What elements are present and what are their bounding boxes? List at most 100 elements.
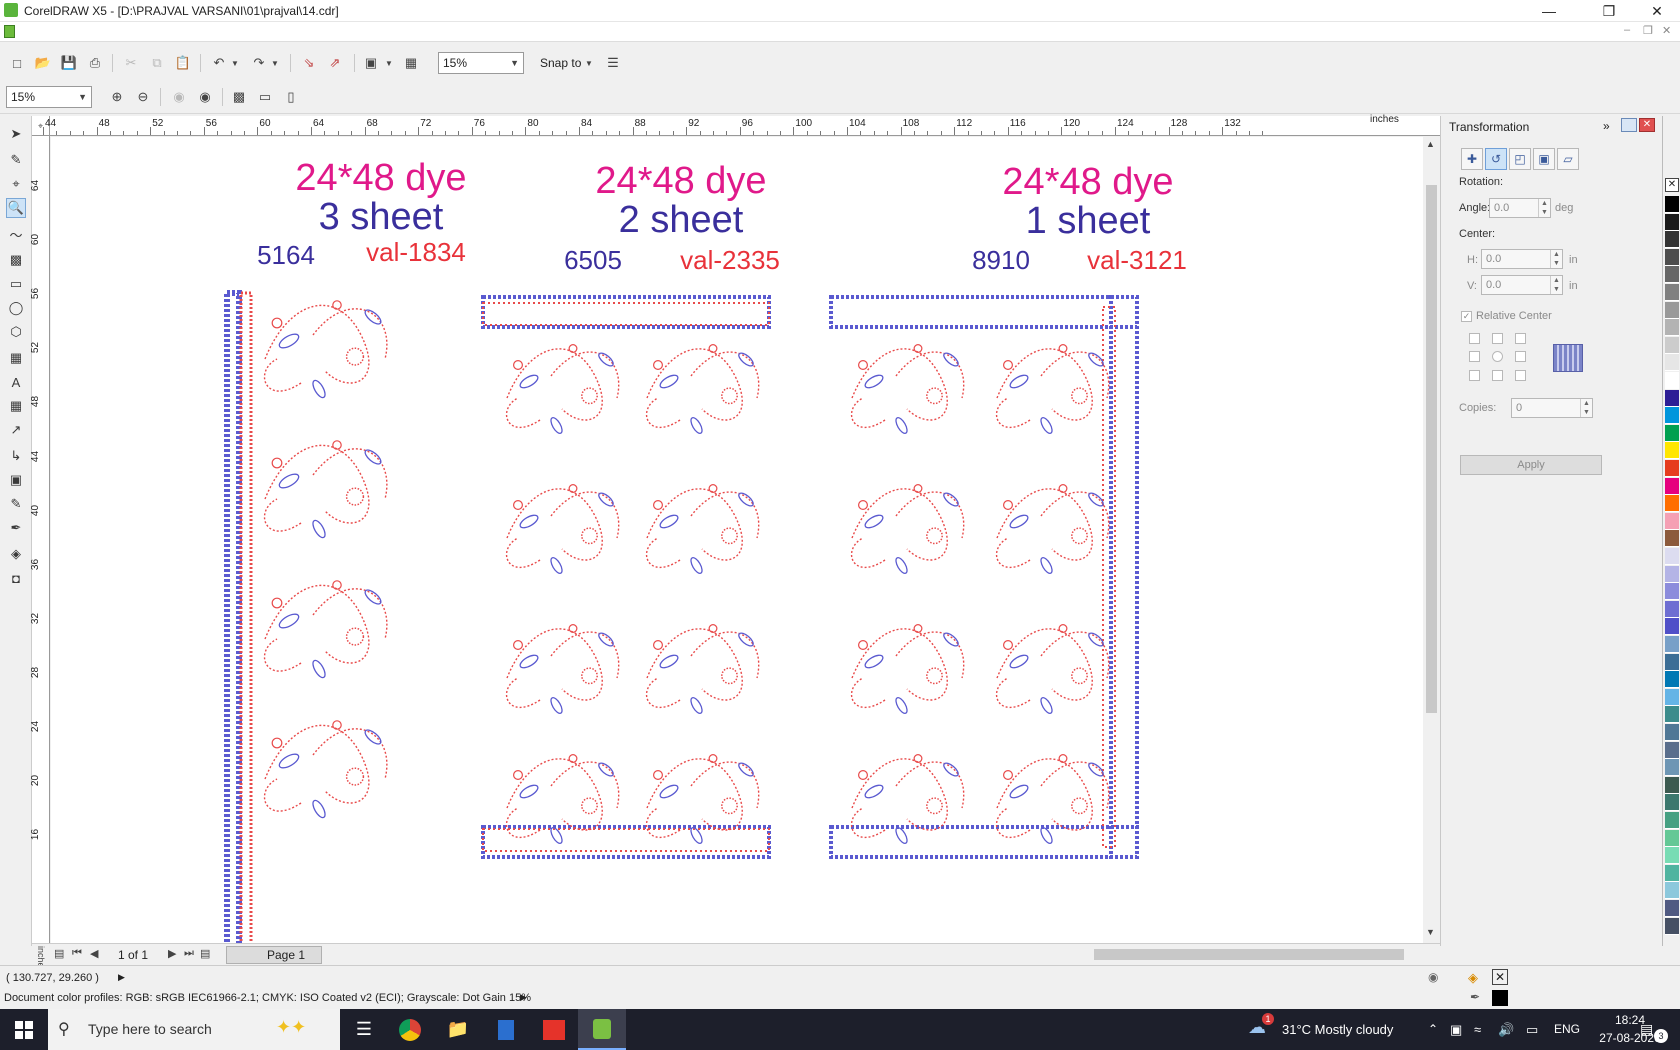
file-explorer-icon[interactable]: 📁 (434, 1009, 482, 1050)
zoom-to-all-objects-icon[interactable]: ◉ (196, 88, 214, 106)
anydesk-icon[interactable] (530, 1009, 578, 1050)
ellipse-tool-icon[interactable]: ◯ (6, 298, 26, 318)
color-swatch[interactable] (1665, 442, 1679, 460)
cut-icon[interactable]: ✂ (122, 54, 140, 72)
undo-icon[interactable]: ↶ (210, 54, 228, 72)
save-icon[interactable]: 💾 (60, 54, 78, 72)
zoom-to-selected-icon[interactable]: ◉ (170, 88, 188, 106)
spin-arrows-icon[interactable]: ▲ ▼ (1580, 399, 1592, 417)
next-page-icon[interactable]: ▶ (168, 947, 176, 960)
color-swatch[interactable] (1665, 336, 1679, 354)
no-color-swatch[interactable]: ✕ (1665, 178, 1679, 192)
table-tool-icon[interactable]: ▦ (6, 396, 26, 416)
zoom-level-combo[interactable]: 15% ▼ (438, 52, 524, 74)
outline-indicator-icon[interactable]: ✒ (1470, 990, 1480, 1004)
color-swatch[interactable] (1665, 724, 1679, 741)
scale-mirror-tab-icon[interactable]: ◰ (1509, 148, 1531, 170)
status-settings-icon[interactable]: ◉ (1428, 970, 1438, 984)
anchor-bottom-center[interactable] (1492, 370, 1503, 381)
color-swatch[interactable] (1665, 477, 1679, 495)
freehand-tool-icon[interactable]: 〜 (6, 224, 26, 244)
show-hidden-icons[interactable]: ⌃ (1428, 1009, 1438, 1050)
start-button[interactable] (0, 1009, 48, 1050)
no-fill-swatch[interactable]: ✕ (1492, 969, 1508, 985)
color-swatch[interactable] (1665, 424, 1679, 442)
page-1-tab[interactable]: Page 1 (226, 946, 322, 964)
anchor-bottom-left[interactable] (1469, 370, 1480, 381)
outline-color-swatch[interactable] (1492, 990, 1508, 1006)
color-swatch[interactable] (1665, 759, 1679, 777)
notifications-icon[interactable]: ▤ (1640, 1021, 1653, 1038)
docker-minimize-icon[interactable] (1621, 118, 1637, 132)
docker-close-icon[interactable]: ✕ (1639, 118, 1655, 132)
zoom-to-page-icon[interactable]: ▩ (230, 88, 248, 106)
color-swatch[interactable] (1665, 495, 1679, 513)
color-swatch[interactable] (1665, 900, 1679, 917)
last-page-icon[interactable]: ⏭ (184, 947, 194, 960)
horizontal-ruler[interactable]: 44 48 52 56 60 64 68 72 76 80 84 88 92 96 100 104 108 112… (43, 114, 1440, 136)
redo-dropdown-icon[interactable]: ▼ (270, 54, 280, 72)
add-page-after-icon[interactable]: ▤ (200, 947, 210, 960)
text-tool-icon[interactable]: A (6, 372, 26, 392)
blend-tool-icon[interactable]: ▣ (6, 470, 26, 490)
color-swatch[interactable] (1665, 812, 1679, 829)
chrome-icon[interactable] (386, 1009, 434, 1050)
status-expand-icon[interactable]: ▶ (118, 972, 125, 983)
relative-center-checkbox[interactable]: ✓ (1461, 311, 1472, 322)
undo-dropdown-icon[interactable]: ▼ (230, 54, 240, 72)
color-swatch[interactable] (1665, 794, 1679, 812)
task-view-icon[interactable]: ☰ (340, 1009, 388, 1050)
new-document-icon[interactable]: □ (8, 54, 26, 72)
color-swatch[interactable] (1665, 530, 1679, 548)
color-swatch[interactable] (1665, 460, 1679, 477)
launcher-dropdown-icon[interactable]: ▼ (384, 54, 394, 72)
connector-tool-icon[interactable]: ↳ (6, 446, 26, 466)
print-icon[interactable]: ⎙ (86, 54, 104, 72)
previous-page-icon[interactable]: ◀ (90, 947, 98, 960)
color-swatch[interactable] (1665, 882, 1679, 900)
close-button[interactable]: ✕ (1634, 0, 1680, 22)
paste-icon[interactable]: 📋 (174, 54, 192, 72)
apply-button[interactable]: Apply (1460, 455, 1602, 475)
color-swatch[interactable] (1665, 231, 1679, 249)
anchor-middle-left[interactable] (1469, 351, 1480, 362)
color-swatch[interactable] (1665, 284, 1679, 301)
spin-arrows-icon[interactable]: ▲ ▼ (1550, 250, 1562, 268)
import-icon[interactable]: ⇘ (300, 54, 318, 72)
language-indicator[interactable]: ENG (1554, 1009, 1580, 1050)
color-profiles-text[interactable]: Document color profiles: RGB: sRGB IEC61… (4, 992, 531, 1004)
basic-shapes-tool-icon[interactable]: ▦ (6, 348, 26, 368)
color-swatch[interactable] (1665, 512, 1679, 530)
anchor-center[interactable] (1492, 351, 1503, 362)
volume-icon[interactable]: 🔊 (1498, 1009, 1514, 1050)
vertical-scroll-thumb[interactable] (1426, 185, 1437, 713)
scroll-up-icon[interactable]: ▲ (1426, 139, 1435, 149)
color-swatch[interactable] (1665, 636, 1679, 653)
pick-tool-icon[interactable]: ➤ (6, 124, 26, 144)
horizontal-scroll-thumb[interactable] (1094, 949, 1404, 960)
interactive-fill-tool-icon[interactable]: ◘ (6, 568, 26, 588)
zoom-levels-combo[interactable]: 15% ▼ (6, 86, 92, 108)
color-swatch[interactable] (1665, 389, 1679, 407)
color-swatch[interactable] (1665, 196, 1679, 213)
color-swatch[interactable] (1665, 706, 1679, 724)
position-tab-icon[interactable]: ✚ (1461, 148, 1483, 170)
color-swatch[interactable] (1665, 301, 1679, 319)
polygon-tool-icon[interactable]: ⬡ (6, 322, 26, 342)
color-swatch[interactable] (1665, 213, 1679, 231)
add-page-before-icon[interactable]: ▤ (54, 947, 64, 960)
anchor-middle-right[interactable] (1515, 351, 1526, 362)
color-swatch[interactable] (1665, 583, 1679, 601)
anchor-bottom-right[interactable] (1515, 370, 1526, 381)
zoom-tool-icon[interactable]: 🔍 (6, 198, 26, 218)
crop-tool-icon[interactable]: ⌖ (6, 174, 26, 194)
fill-tool-icon[interactable]: ◈ (6, 544, 26, 564)
skew-tab-icon[interactable]: ▱ (1557, 148, 1579, 170)
minimize-button[interactable]: — (1526, 0, 1572, 22)
rotate-tab-icon[interactable]: ↺ (1485, 148, 1507, 170)
color-swatch[interactable] (1665, 600, 1679, 618)
color-swatch[interactable] (1665, 548, 1679, 565)
anchor-top-left[interactable] (1469, 333, 1480, 344)
color-swatch[interactable] (1665, 653, 1679, 671)
zoom-out-icon[interactable]: ⊖ (134, 88, 152, 106)
